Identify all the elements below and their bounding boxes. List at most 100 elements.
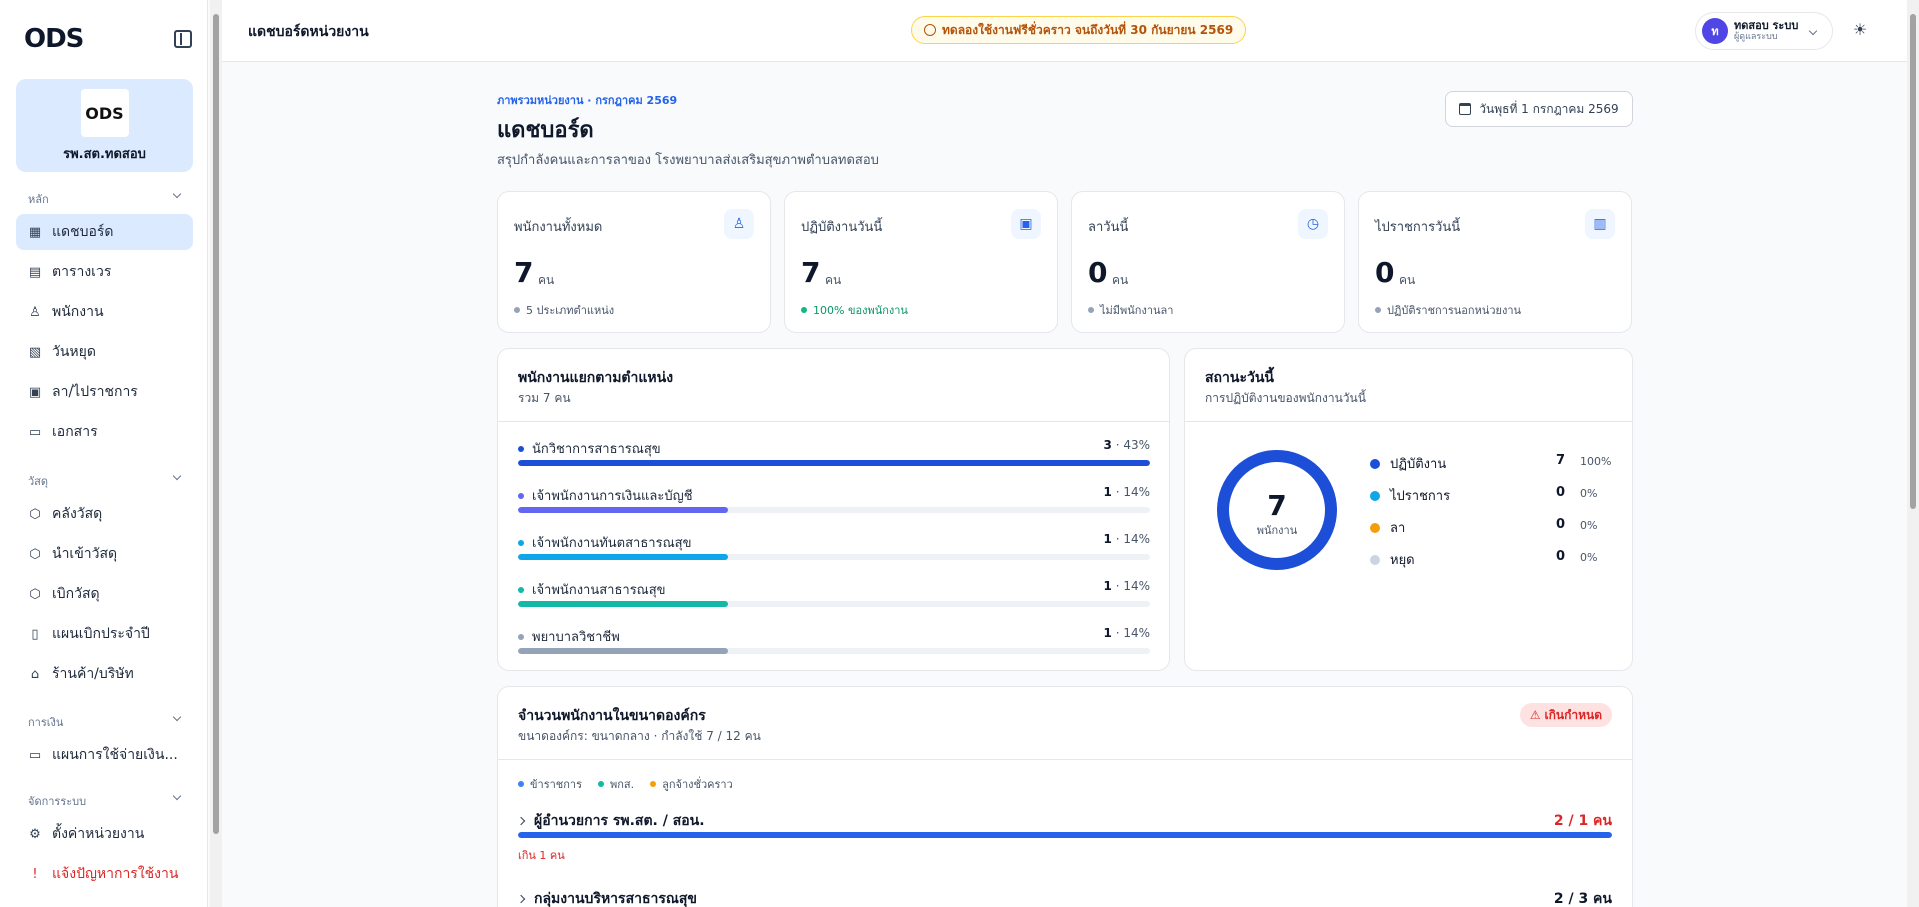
- position-label: เจ้าพนักงานสาธารณสุข: [518, 579, 666, 600]
- position-count-value: 1: [1103, 579, 1112, 593]
- sidebar-item-label: ตั้งค่าหน่วยงาน: [52, 826, 145, 842]
- sidebar-collapse-icon[interactable]: [174, 30, 192, 48]
- box-icon: ⬡: [29, 506, 41, 522]
- position-bar: [518, 460, 1150, 466]
- position-label: เจ้าพนักงานทันตสาธารณสุข: [518, 532, 691, 553]
- stat-label: ลาวันนี้: [1088, 220, 1129, 235]
- status-legend-percent: 0%: [1580, 487, 1598, 500]
- status-legend-count: 0: [1556, 549, 1566, 564]
- position-row: เจ้าพนักงานทันตสาธารณสุข 1 · 14%: [518, 532, 1150, 572]
- sidebar-item-label: พนักงาน: [52, 304, 104, 320]
- sidebar-item-0-3[interactable]: ▧ วันหยุด: [16, 334, 193, 370]
- sidebar-item-1-1[interactable]: ⬡ นำเข้าวัสดุ: [16, 536, 193, 572]
- calendar-off-icon: ▧: [28, 344, 42, 360]
- legend-item: พกส.: [598, 775, 634, 793]
- stat-note: 5 ประเภทตำแหน่ง: [514, 301, 614, 319]
- orgsize-title: จำนวนพนักงานในขนาดองค์กร: [518, 708, 706, 724]
- dept-over-note: เกิน 1 คน: [518, 849, 565, 862]
- sidebar-item-3-1[interactable]: ! แจ้งปัญหาการใช้งาน: [16, 856, 193, 892]
- position-row: เจ้าพนักงานสาธารณสุข 1 · 14%: [518, 579, 1150, 619]
- stat-unit: คน: [1399, 273, 1416, 287]
- position-label: พยาบาลวิชาชีพ: [518, 626, 620, 647]
- sidebar-item-0-1[interactable]: ▤ ตารางเวร: [16, 254, 193, 290]
- position-name: เจ้าพนักงานสาธารณสุข: [532, 583, 666, 598]
- position-bar: [518, 507, 729, 513]
- date-button[interactable]: วันพุธที่ 1 กรกฎาคม 2569: [1445, 91, 1633, 127]
- status-title: สถานะวันนี้: [1205, 370, 1274, 386]
- sidebar-item-label: คลังวัสดุ: [52, 506, 103, 522]
- org-card[interactable]: ODS รพ.สต.ทดสอบ: [16, 79, 193, 172]
- stat-label: พนักงานทั้งหมด: [514, 220, 603, 235]
- position-percent: · 14%: [1111, 626, 1150, 640]
- chevron-right-icon[interactable]: [516, 816, 526, 826]
- stat-card-2: ลาวันนี้ ◷ 0 คน ไม่มีพนักงานลา: [1071, 191, 1345, 333]
- sidebar-scrollbar[interactable]: [210, 0, 222, 907]
- status-legend-count: 7: [1556, 453, 1566, 468]
- sidebar-section-2[interactable]: การเงิน: [28, 712, 182, 731]
- user-menu[interactable]: ท ทดสอบ ระบบ ผู้ดูแลระบบ: [1695, 12, 1833, 50]
- dept-bar: [518, 832, 1612, 838]
- position-count: 3 · 43%: [1104, 438, 1150, 452]
- stat-unit: คน: [1112, 273, 1129, 287]
- sidebar-item-1-4[interactable]: ⌂ ร้านค้า/บริษัท: [16, 656, 193, 692]
- sidebar-item-0-2[interactable]: ♙ พนักงาน: [16, 294, 193, 330]
- sidebar-item-0-0[interactable]: ▦ แดชบอร์ด: [16, 214, 193, 250]
- org-logo: ODS: [80, 89, 129, 137]
- stat-value: 0: [1088, 256, 1108, 289]
- status-legend-count: 0: [1556, 517, 1566, 532]
- orgsize-panel: จำนวนพนักงานในขนาดองค์กร ขนาดองค์กร: ขนา…: [497, 686, 1633, 907]
- sidebar-section-0[interactable]: หลัก: [28, 189, 182, 208]
- status-legend-row: ลา 0 0%: [1370, 517, 1600, 537]
- position-count-value: 1: [1103, 485, 1112, 499]
- sun-icon[interactable]: ☀: [1850, 20, 1870, 40]
- sidebar-item-label: แดชบอร์ด: [52, 224, 114, 240]
- sidebar-item-label: เบิกวัสดุ: [52, 586, 100, 602]
- sidebar-item-1-0[interactable]: ⬡ คลังวัสดุ: [16, 496, 193, 532]
- breadcrumb: ภาพรวมหน่วยงาน · กรกฎาคม 2569: [497, 94, 678, 107]
- legend-item: ลูกจ้างชั่วคราว: [650, 775, 733, 793]
- sidebar-item-label: แผนการใช้จ่ายเงิน...: [52, 747, 178, 763]
- position-name: พยาบาลวิชาชีพ: [532, 630, 620, 645]
- stat-card-3: ไปราชการวันนี้ ▥ 0 คน ปฏิบัติราชการนอกหน…: [1358, 191, 1632, 333]
- position-percent: · 43%: [1111, 438, 1150, 452]
- gear-icon: ⚙: [29, 826, 41, 842]
- sidebar-item-label: ลา/ไปราชการ: [52, 384, 138, 400]
- sidebar-item-2-0[interactable]: ▭ แผนการใช้จ่ายเงิน...: [16, 737, 193, 773]
- sidebar-item-3-0[interactable]: ⚙ ตั้งค่าหน่วยงาน: [16, 816, 193, 852]
- dept-label: ผู้อำนวยการ รพ.สต. / สอน.: [534, 813, 705, 829]
- alert-message-icon: !: [32, 866, 38, 882]
- sidebar: ODS ODS รพ.สต.ทดสอบ หลัก ▦ แดชบอร์ด ▤ ตารางเ…: [0, 0, 208, 907]
- briefcase-icon: ▥: [1585, 209, 1615, 239]
- sidebar-item-0-5[interactable]: ▭ เอกสาร: [16, 414, 193, 450]
- legend-label: ข้าราชการ: [530, 778, 582, 791]
- stat-note-text: 100% ของพนักงาน: [813, 304, 908, 317]
- positions-subtitle: รวม 7 คน: [518, 391, 571, 405]
- sidebar-item-0-4[interactable]: ▣ ลา/ไปราชการ: [16, 374, 193, 410]
- top-header: แดชบอร์ดหน่วยงาน ทดลองใช้งานฟรีชั่วคราว …: [222, 0, 1912, 62]
- legend-item: ข้าราชการ: [518, 775, 582, 793]
- sidebar-section-label: วัสดุ: [28, 475, 49, 488]
- sidebar-item-label: แผนเบิกประจำปี: [52, 626, 150, 642]
- position-count: 1 · 14%: [1104, 626, 1150, 640]
- position-percent: · 14%: [1111, 485, 1150, 499]
- stat-label: ปฏิบัติงานวันนี้: [801, 220, 883, 235]
- sidebar-section-label: หลัก: [28, 193, 49, 206]
- sidebar-section-3[interactable]: จัดการระบบ: [28, 791, 182, 810]
- status-legend-label: ปฏิบัติงาน: [1390, 457, 1447, 472]
- sidebar-item-label: แจ้งปัญหาการใช้งาน: [52, 866, 179, 882]
- position-label: เจ้าพนักงานการเงินและบัญชี: [518, 485, 693, 506]
- chevron-down-icon: [172, 712, 182, 722]
- sidebar-section-1[interactable]: วัสดุ: [28, 471, 182, 490]
- stat-unit: คน: [825, 273, 842, 287]
- page-scrollbar[interactable]: [1907, 0, 1919, 907]
- position-count: 1 · 14%: [1104, 579, 1150, 593]
- brand-logo[interactable]: ODS: [24, 24, 84, 54]
- sidebar-item-1-2[interactable]: ⬡ เบิกวัสดุ: [16, 576, 193, 612]
- chevron-right-icon[interactable]: [516, 894, 526, 904]
- sidebar-item-1-3[interactable]: ▯ แผนเบิกประจำปี: [16, 616, 193, 652]
- dept-name: กลุ่มงานบริหารสาธารณสุข: [516, 888, 697, 907]
- wallet-icon: ▭: [28, 747, 42, 763]
- status-legend-row: ไปราชการ 0 0%: [1370, 485, 1600, 505]
- stat-unit: คน: [538, 273, 555, 287]
- chevron-down-icon: [172, 189, 182, 199]
